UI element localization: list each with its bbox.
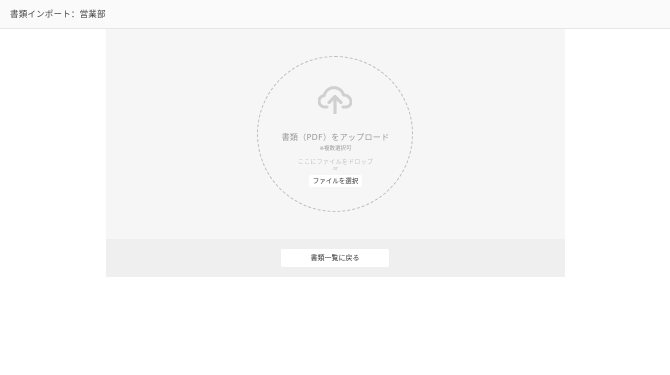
footer-bar: 書類一覧に戻る <box>106 239 565 277</box>
or-separator: or <box>332 166 339 172</box>
page-title: 書類インポート：営業部 <box>10 10 106 20</box>
cloud-upload-icon <box>318 86 352 114</box>
multiple-selection-note: ※複数選択可 <box>319 146 352 152</box>
app-header: 書類インポート：営業部 <box>0 0 670 29</box>
select-file-button[interactable]: ファイルを選択 <box>309 175 362 187</box>
back-to-list-button[interactable]: 書類一覧に戻る <box>281 249 389 267</box>
upload-title: 書類（PDF）をアップロード <box>281 133 390 142</box>
drop-hint-text: ここにファイルをドロップ <box>297 159 374 166</box>
file-drop-area[interactable]: 書類（PDF）をアップロード ※複数選択可 ここにファイルをドロップ or ファ… <box>106 29 565 239</box>
